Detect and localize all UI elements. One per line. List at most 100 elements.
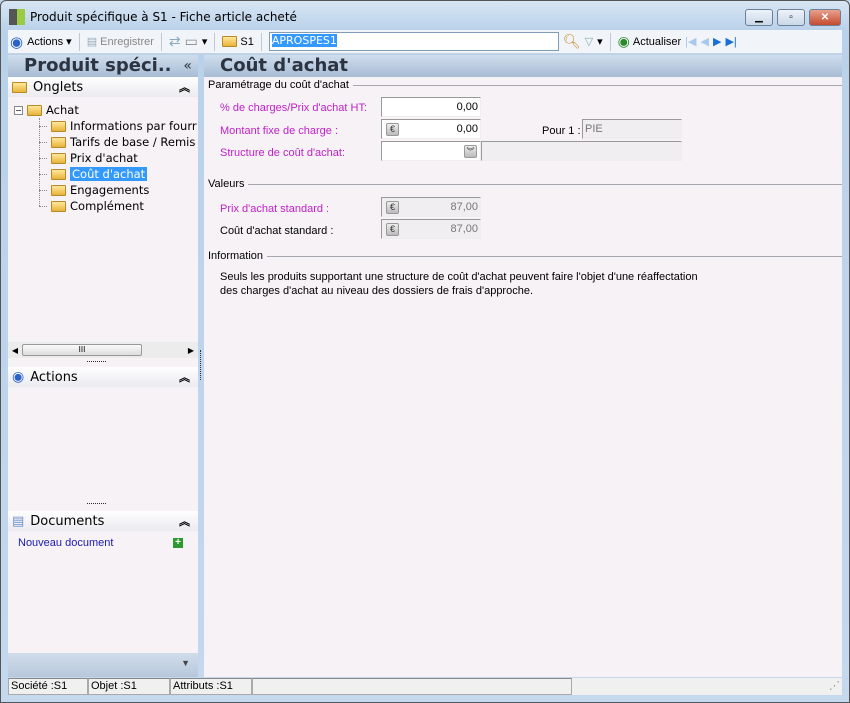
window-title: Produit spécifique à S1 - Fiche article …	[30, 10, 297, 24]
folder-button[interactable]: S1	[222, 36, 254, 48]
group-title: Valeurs	[208, 178, 245, 190]
group-title: Information	[208, 250, 264, 262]
refresh-button[interactable]: ◉ Actualiser	[618, 33, 682, 50]
std-cost-label: Coût d'achat standard :	[220, 225, 334, 237]
resize-grip-icon[interactable]: ⋰	[572, 678, 842, 695]
filter-icon[interactable]: ▽	[585, 35, 593, 48]
first-record-icon[interactable]: |◀	[685, 35, 696, 48]
documents-label: Documents	[30, 513, 105, 529]
tree-line	[39, 173, 47, 175]
tree-item[interactable]: Prix d'achat	[39, 150, 138, 166]
tree-item-label: Prix d'achat	[70, 151, 138, 165]
maximize-button[interactable]: ▫	[777, 9, 805, 26]
collapse-chevron-icon[interactable]: ︽	[179, 513, 190, 529]
onglets-label: Onglets	[33, 79, 84, 95]
group-parametrage: Paramétrage du coût d'achat	[208, 79, 842, 91]
add-document-icon[interactable]: +	[173, 538, 183, 548]
separator	[160, 32, 162, 51]
documents-section-header[interactable]: ▤ Documents ︽	[8, 511, 198, 531]
filter-dropdown-icon[interactable]: ▾	[597, 35, 603, 48]
fixed-charge-input[interactable]: €0,00	[381, 119, 481, 139]
print-icon[interactable]: ▭	[185, 33, 198, 50]
per-unit-input: PIE	[582, 119, 682, 139]
status-attributes: Attributs :S1	[170, 678, 252, 695]
status-object: Objet :S1	[88, 678, 170, 695]
last-record-icon[interactable]: ▶|	[725, 35, 736, 48]
tree-item[interactable]: Engagements	[39, 182, 149, 198]
next-record-icon[interactable]: ▶	[713, 35, 721, 48]
folder-icon	[51, 200, 66, 212]
tree-node-achat[interactable]: − Achat	[14, 102, 79, 118]
scroll-left-icon[interactable]: ◀	[8, 346, 22, 355]
euro-currency-icon: €	[386, 223, 399, 236]
collapse-chevron-icon[interactable]: ︽	[179, 79, 190, 95]
scroll-thumb[interactable]: III	[22, 344, 142, 356]
actions-circle-icon: ◉	[12, 369, 25, 385]
onglets-section-header[interactable]: Onglets ︽	[8, 77, 198, 97]
save-label: Enregistrer	[100, 35, 154, 48]
folder-icon	[51, 184, 66, 196]
folder-icon	[12, 81, 27, 93]
splitter-handle[interactable]: ··········	[86, 356, 107, 366]
separator	[214, 32, 216, 51]
actions-menu[interactable]: Actions ▾	[27, 35, 72, 49]
tree-line	[39, 141, 47, 143]
group-information: Information	[208, 250, 842, 262]
open-folder-icon	[51, 168, 66, 180]
tree-item-label: Coût d'achat	[70, 167, 148, 181]
per-unit-label: Pour 1 :	[542, 125, 581, 137]
save-icon: ▤	[86, 36, 98, 48]
actions-label: Actions	[27, 35, 64, 48]
dropdown-arrow-icon[interactable]: ▼	[181, 658, 190, 668]
euro-currency-icon: €	[386, 201, 399, 214]
tree-line	[39, 125, 47, 127]
panel-footer-dropdown[interactable]: ▼	[8, 653, 198, 677]
tree-item[interactable]: Tarifs de base / Remis	[39, 134, 195, 150]
separator	[260, 32, 262, 51]
tree-item-selected[interactable]: Coût d'achat	[39, 166, 148, 182]
actions-section-label: Actions	[30, 369, 78, 385]
search-value: APROSPES1	[271, 34, 337, 47]
group-title: Paramétrage du coût d'achat	[208, 79, 349, 91]
dropdown-chevron-icon[interactable]: ︾	[464, 145, 477, 158]
pct-charges-input[interactable]: 0,00	[381, 97, 481, 117]
folder-icon	[27, 104, 42, 116]
std-price-label: Prix d'achat standard :	[220, 203, 330, 215]
search-input[interactable]: APROSPES1	[268, 32, 559, 51]
scroll-right-icon[interactable]: ▶	[184, 346, 198, 355]
actions-section-header[interactable]: ◉ Actions ︽	[8, 367, 198, 387]
std-price-input: €87,00	[381, 197, 481, 217]
folder-icon	[51, 136, 66, 148]
structure-select[interactable]: ︾	[381, 141, 481, 161]
status-empty	[252, 678, 572, 695]
tree-item-label: Tarifs de base / Remis	[70, 135, 196, 149]
refresh-label: Actualiser	[632, 35, 682, 48]
tree-root-label: Achat	[46, 103, 79, 117]
folder-icon	[51, 152, 66, 164]
fixed-charge-value: 0,00	[456, 123, 478, 135]
save-button[interactable]: ▤ Enregistrer	[86, 35, 154, 49]
folder-icon	[51, 120, 66, 132]
previous-record-icon[interactable]: ◀	[701, 35, 709, 48]
app-icon	[9, 9, 25, 25]
status-bar: Société :S1 Objet :S1 Attributs :S1 ⋰	[8, 678, 842, 695]
refresh-icon: ◉	[617, 33, 630, 49]
close-button[interactable]: ✕	[809, 9, 841, 26]
structure-description	[481, 141, 682, 161]
vertical-splitter[interactable]	[200, 350, 201, 380]
search-icon[interactable]: 🔍︎	[563, 33, 581, 50]
left-header-title: Produit spéci..	[24, 55, 172, 76]
tree-line	[39, 205, 47, 207]
tree-item[interactable]: Complément	[39, 198, 144, 214]
print-dropdown-icon[interactable]: ▾	[202, 35, 208, 48]
tree-item[interactable]: Informations par fourr	[39, 118, 197, 134]
collapse-chevron-icon[interactable]: ︽	[179, 369, 190, 385]
sync-icon[interactable]: ⇄	[169, 33, 181, 50]
tree-line	[39, 157, 47, 159]
tree-item-label: Informations par fourr	[70, 119, 197, 133]
splitter-handle[interactable]: ··········	[86, 498, 107, 508]
new-document-link[interactable]: Nouveau document	[18, 537, 113, 549]
minimize-button[interactable]: ▁	[745, 9, 773, 26]
collapse-node-icon[interactable]: −	[14, 105, 23, 115]
collapse-panel-button[interactable]: «	[183, 55, 198, 77]
